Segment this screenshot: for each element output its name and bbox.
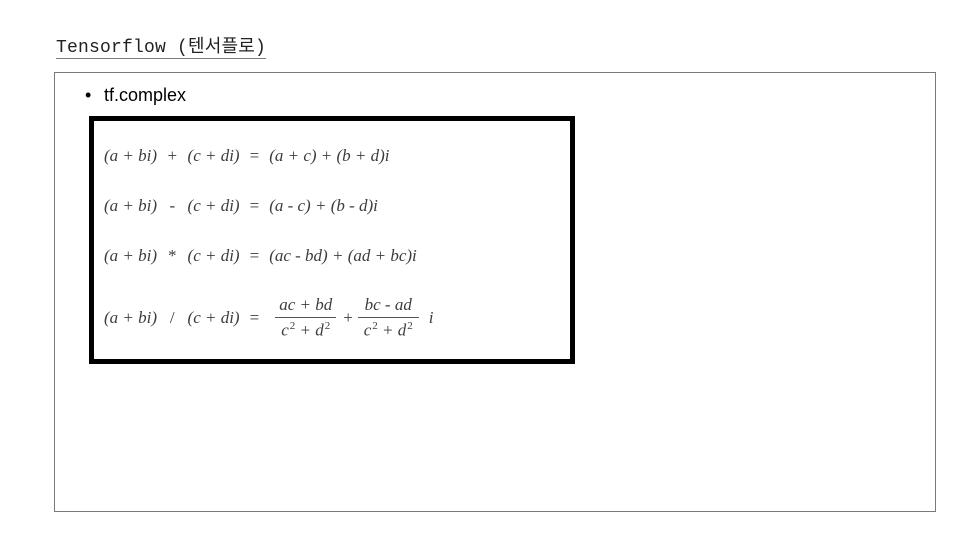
- exp-2: 2: [290, 320, 296, 332]
- slide: Tensorflow (텐서플로) • tf.complex (a + bi) …: [0, 0, 960, 540]
- exp-2: 2: [325, 320, 331, 332]
- var-d: d: [315, 321, 324, 340]
- equals: =: [240, 146, 270, 166]
- fraction-1: ac + bd c2 + d2: [273, 295, 338, 341]
- exp-2: 2: [407, 320, 413, 332]
- plus: +: [299, 321, 315, 340]
- imaginary-unit: i: [429, 308, 434, 328]
- numerator: ac + bd: [273, 295, 338, 317]
- plus-between-fracs: +: [342, 308, 353, 328]
- term: (a + bi): [104, 246, 157, 265]
- formula-div: (a + bi) / (c + di) = ac + bd c2 + d2 +: [104, 283, 560, 353]
- bullet-text: tf.complex: [104, 85, 186, 105]
- operator-times: *: [161, 246, 183, 266]
- denominator: c2 + d2: [358, 317, 419, 341]
- denominator: c2 + d2: [275, 317, 336, 341]
- var-c: c: [281, 321, 289, 340]
- term: (c + di): [188, 146, 240, 165]
- term: (a + bi): [104, 308, 157, 327]
- page-title: Tensorflow (텐서플로): [56, 32, 266, 61]
- equals: =: [240, 246, 270, 266]
- bullet-item: • tf.complex: [85, 85, 921, 106]
- content-box: • tf.complex (a + bi) + (c + di) = (a + …: [54, 72, 936, 512]
- term: (c + di): [188, 196, 240, 215]
- fraction-2: bc - ad c2 + d2: [358, 295, 419, 341]
- term: (c + di): [188, 308, 240, 327]
- equals: =: [240, 196, 270, 216]
- term: (a + bi): [104, 146, 157, 165]
- term: (a + bi): [104, 196, 157, 215]
- operator-minus: -: [161, 196, 183, 216]
- rhs: (a + c) + (b + d)i: [269, 146, 389, 166]
- formula-sub: (a + bi) - (c + di) = (a - c) + (b - d)i: [104, 181, 560, 231]
- var-d: d: [398, 321, 407, 340]
- numerator: bc - ad: [359, 295, 418, 317]
- formula-add: (a + bi) + (c + di) = (a + c) + (b + d)i: [104, 131, 560, 181]
- operator-divide: /: [161, 308, 183, 328]
- bullet-marker: •: [85, 85, 99, 106]
- rhs: (ac - bd) + (ad + bc)i: [269, 246, 417, 266]
- exp-2: 2: [372, 320, 378, 332]
- formula-mul: (a + bi) * (c + di) = (ac - bd) + (ad + …: [104, 231, 560, 281]
- term: (c + di): [188, 246, 240, 265]
- rhs: (a - c) + (b - d)i: [269, 196, 378, 216]
- formula-panel: (a + bi) + (c + di) = (a + c) + (b + d)i…: [89, 116, 575, 364]
- equals: =: [240, 308, 270, 328]
- plus: +: [382, 321, 398, 340]
- var-c: c: [364, 321, 372, 340]
- operator-plus: +: [161, 146, 183, 166]
